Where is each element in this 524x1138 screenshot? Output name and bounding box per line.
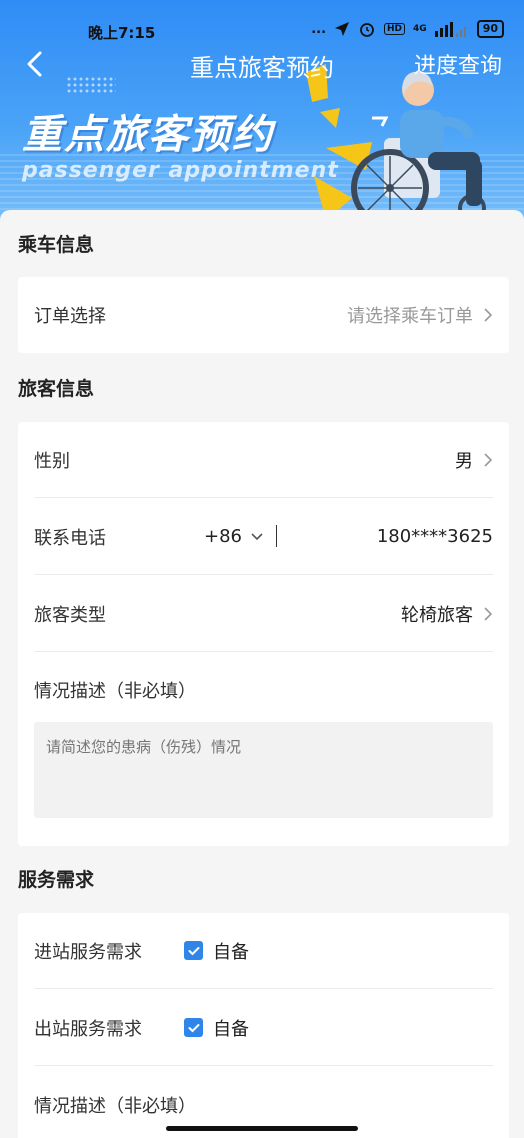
more-dots-icon: ...: [311, 21, 327, 37]
passenger-type-value: 轮椅旅客: [401, 604, 473, 626]
wheelchair-illustration: [306, 64, 486, 220]
condition-desc-textarea[interactable]: [34, 722, 493, 818]
country-code-value: +86: [204, 526, 242, 547]
phone-row: 联系电话 +86 180****3625: [34, 499, 493, 575]
status-icons: ... HD 4G 90: [311, 20, 504, 38]
inbound-self-checkbox[interactable]: 自备: [184, 938, 249, 964]
country-code-select[interactable]: +86: [204, 526, 264, 547]
form-content: 乘车信息 订单选择 请选择乘车订单 旅客信息 性别 男 联系电话 +86 180…: [0, 210, 524, 1138]
ride-card: 订单选择 请选择乘车订单: [18, 277, 509, 353]
hero-title: 重点旅客预约: [22, 112, 274, 158]
network-label: 4G: [413, 24, 427, 34]
hd-icon: HD: [384, 23, 406, 35]
battery-indicator: 90: [476, 20, 504, 38]
checkmark-icon: [188, 1023, 199, 1032]
hero-subtitle: passenger appointment: [22, 158, 339, 183]
gender-row[interactable]: 性别 男: [34, 422, 493, 498]
chevron-right-icon: [484, 308, 493, 322]
phone-input[interactable]: 180****3625: [377, 526, 493, 547]
phone-divider: [276, 525, 277, 547]
condition-desc-label: 情况描述（非必填）: [34, 681, 196, 702]
service-desc-label: 情况描述（非必填）: [34, 1096, 196, 1117]
checkbox-checked: [184, 941, 203, 960]
checkmark-icon: [188, 946, 199, 955]
outbound-self-checkbox[interactable]: 自备: [184, 1015, 249, 1041]
chevron-down-icon: [251, 532, 263, 540]
progress-query-link[interactable]: 进度查询: [414, 48, 502, 80]
passenger-type-row[interactable]: 旅客类型 轮椅旅客: [34, 576, 493, 652]
passenger-type-label: 旅客类型: [34, 604, 106, 626]
section-title-passenger: 旅客信息: [18, 378, 95, 400]
gender-label: 性别: [34, 450, 70, 472]
location-icon: [335, 22, 350, 36]
inbound-self-label: 自备: [213, 941, 249, 963]
outbound-self-label: 自备: [213, 1018, 249, 1040]
alarm-icon: [360, 23, 374, 37]
chevron-right-icon: [484, 452, 493, 467]
order-select-label: 订单选择: [34, 306, 106, 327]
inbound-service-label: 进站服务需求: [34, 941, 142, 963]
service-card: 进站服务需求 自备 出站服务需求 自备 情况描述（非必填）: [18, 913, 509, 1138]
passenger-card: 性别 男 联系电话 +86 180****3625 旅客类型 轮椅旅客 情况描述…: [18, 422, 509, 846]
signal-icon: [434, 22, 466, 37]
inbound-service-row: 进站服务需求 自备: [34, 913, 493, 989]
chevron-right-icon: [484, 606, 493, 621]
order-select-placeholder: 请选择乘车订单: [347, 306, 473, 327]
home-indicator: [166, 1126, 358, 1131]
checkbox-checked: [184, 1018, 203, 1037]
section-title-ride: 乘车信息: [18, 234, 95, 256]
navigation-bar: 重点旅客预约 进度查询: [0, 44, 524, 84]
order-select-row[interactable]: 订单选择 请选择乘车订单: [34, 277, 493, 353]
outbound-service-label: 出站服务需求: [34, 1018, 142, 1040]
condition-desc-row: 情况描述（非必填）: [34, 652, 493, 728]
phone-label: 联系电话: [34, 527, 106, 549]
status-time: 晚上7:15: [88, 24, 156, 42]
outbound-service-row: 出站服务需求 自备: [34, 990, 493, 1066]
gender-value: 男: [455, 450, 473, 472]
section-title-service: 服务需求: [18, 869, 95, 891]
